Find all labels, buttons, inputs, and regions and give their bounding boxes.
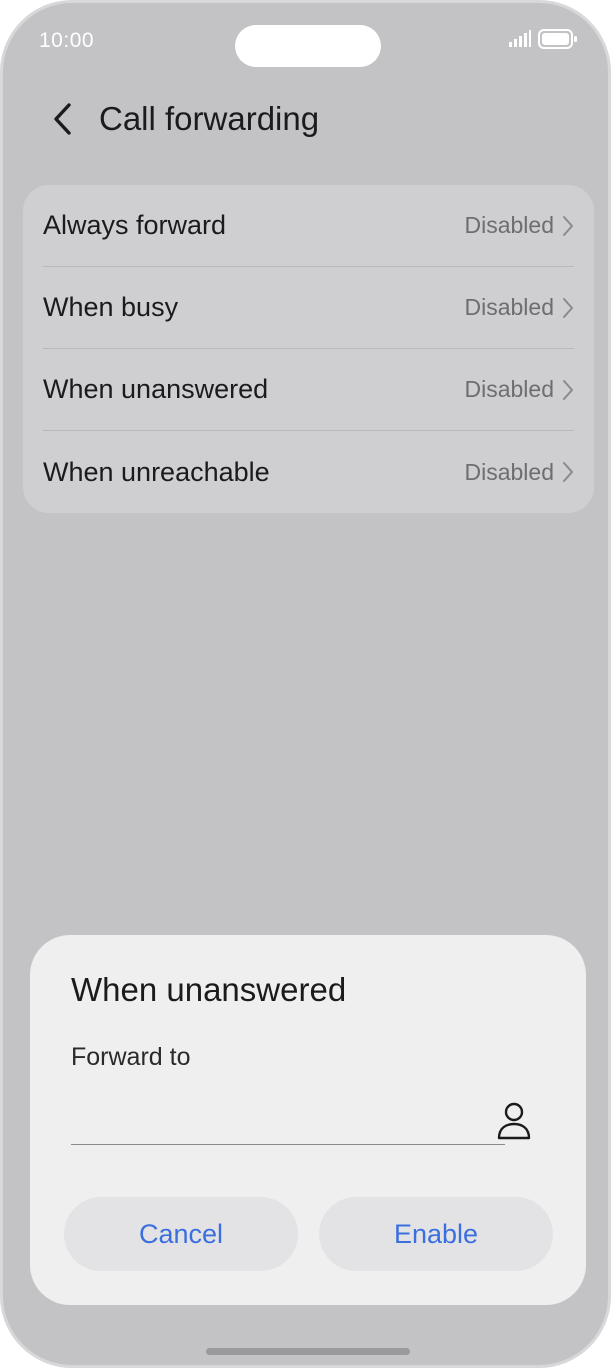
row-label: Always forward xyxy=(43,210,227,240)
person-icon xyxy=(497,1102,531,1140)
contacts-button[interactable] xyxy=(492,1099,536,1143)
row-status: Disabled xyxy=(464,294,555,320)
signal-bars-icon xyxy=(509,30,531,47)
chevron-left-icon xyxy=(54,103,71,135)
chevron-right-icon xyxy=(563,379,573,400)
forward-to-label: Forward to xyxy=(71,1043,191,1071)
back-button[interactable] xyxy=(43,99,83,139)
chevron-right-icon xyxy=(563,215,573,236)
forwarding-options-card: Always forward Disabled When busy Disabl… xyxy=(23,185,594,513)
row-label: When unanswered xyxy=(43,374,269,404)
header-bar: Call forwarding xyxy=(3,85,608,151)
dynamic-island xyxy=(235,25,381,67)
row-label: When unreachable xyxy=(43,456,270,487)
forward-number-input[interactable] xyxy=(71,1095,505,1145)
row-status: Disabled xyxy=(464,376,555,402)
status-time: 10:00 xyxy=(39,29,95,52)
home-indicator[interactable] xyxy=(206,1348,410,1355)
battery-icon xyxy=(538,29,577,49)
status-icons xyxy=(508,29,578,49)
chevron-right-icon xyxy=(563,462,573,482)
row-status: Disabled xyxy=(464,212,555,238)
row-when-unreachable[interactable]: When unreachable Disabled xyxy=(43,431,574,513)
enable-button[interactable]: Enable xyxy=(319,1197,553,1271)
forward-dialog: When unanswered Forward to Cancel Enable xyxy=(30,935,586,1305)
cancel-button[interactable]: Cancel xyxy=(64,1197,298,1271)
dialog-title: When unanswered xyxy=(71,971,347,1008)
chevron-right-icon xyxy=(563,297,573,318)
page-title: Call forwarding xyxy=(99,100,320,137)
row-label: When busy xyxy=(43,292,179,322)
phone-screen: 10:00 Call forwarding Always forward Dis… xyxy=(0,0,611,1368)
row-when-unanswered[interactable]: When unanswered Disabled xyxy=(43,349,574,431)
row-status: Disabled xyxy=(464,458,555,485)
row-always-forward[interactable]: Always forward Disabled xyxy=(43,185,574,267)
row-when-busy[interactable]: When busy Disabled xyxy=(43,267,574,349)
